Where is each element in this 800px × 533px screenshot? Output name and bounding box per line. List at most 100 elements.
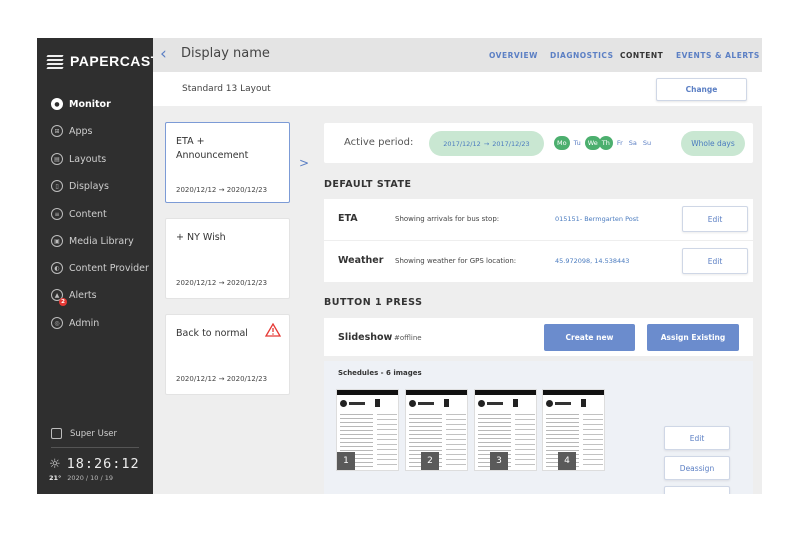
warning-icon	[265, 323, 281, 337]
sidebar-item-alerts[interactable]: ▲ 2 Alerts	[51, 288, 97, 306]
schedule-title: + NY Wish	[176, 232, 226, 243]
tab-events-alerts[interactable]: EVENTS & ALERTS	[676, 51, 760, 60]
row-name: Weather	[338, 255, 384, 266]
sidebar-item-label: Content Provider	[69, 262, 149, 274]
schedules-title: Schedules - 6 images	[338, 369, 422, 377]
default-state-row: Weather Showing weather for GPS location…	[324, 241, 753, 282]
tab-diagnostics[interactable]: DIAGNOSTICS	[550, 51, 613, 60]
sidebar-item-label: Media Library	[69, 235, 134, 247]
date: 2020 / 10 / 19	[67, 474, 114, 482]
app-window: PAPERCAST ● Monitor ⊞ Apps ▤ Layouts ▯ D…	[37, 38, 762, 494]
slide-thumbnail[interactable]: 3	[474, 389, 537, 471]
create-new-button[interactable]: Create new	[544, 324, 635, 351]
schedule-card[interactable]: Back to normal 2020/12/12 → 2020/12/23	[165, 314, 290, 395]
sidebar-item-label: Admin	[69, 317, 100, 329]
sidebar-item-content-provider[interactable]: ◐ Content Provider	[51, 261, 149, 275]
change-button[interactable]: Change	[656, 78, 747, 101]
button1-title: BUTTON 1 PRESS	[324, 297, 423, 308]
row-name: ETA	[338, 213, 358, 224]
weather-date: 21° 2020 / 10 / 19	[49, 474, 113, 482]
tab-content[interactable]: CONTENT	[620, 51, 663, 60]
slide-thumbnail[interactable]: 2	[405, 389, 468, 471]
clock-row: ☼ 18:26:12	[49, 456, 140, 472]
edit-button[interactable]: Edit	[682, 206, 748, 232]
schedule-end: 2020/12/23	[226, 375, 268, 383]
default-state-row: ETA Showing arrivals for bus stop: 01515…	[324, 199, 753, 240]
alerts-icon: ▲ 2	[51, 289, 67, 306]
logo: PAPERCAST	[46, 52, 160, 70]
sidebar-item-label: Layouts	[69, 153, 107, 165]
period-end: 2017/12/23	[492, 139, 530, 148]
schedule-end: 2020/12/23	[226, 186, 268, 194]
clock: 18:26:12	[66, 456, 140, 472]
user-menu[interactable]: Super User	[51, 428, 117, 439]
schedule-dates: 2020/12/12 → 2020/12/23	[176, 375, 267, 383]
row-description: Showing arrivals for bus stop:	[395, 215, 500, 223]
arrow-icon: →	[218, 186, 225, 194]
day-mo[interactable]: Mo	[554, 136, 570, 150]
slideshow-name: Slideshow	[338, 332, 393, 343]
sidebar-item-label: Content	[69, 208, 107, 220]
active-period-label: Active period:	[344, 137, 414, 148]
arrow-icon: →	[483, 139, 490, 148]
slide-number: 4	[558, 452, 576, 470]
schedule-card[interactable]: + NY Wish 2020/12/12 → 2020/12/23	[165, 218, 290, 299]
edit-button[interactable]: Edit	[682, 248, 748, 274]
whole-days-pill[interactable]: Whole days	[681, 131, 745, 156]
page-title: Display name	[181, 46, 270, 61]
schedule-title: ETA + Announcement	[176, 136, 249, 161]
weekday-selector: Mo Tu We Th Fr Sa Su	[554, 136, 653, 150]
delete-button[interactable]: Delete	[664, 486, 730, 494]
papercast-logo-icon	[46, 52, 65, 70]
row-value[interactable]: 015151- Bermgarten Post	[555, 215, 639, 223]
sidebar-item-media-library[interactable]: ▣ Media Library	[51, 234, 134, 248]
slide-number: 3	[490, 452, 508, 470]
alerts-badge: 2	[59, 298, 67, 306]
sidebar-item-apps[interactable]: ⊞ Apps	[51, 124, 93, 138]
temperature: 21°	[49, 474, 62, 482]
default-state-title: DEFAULT STATE	[324, 179, 412, 190]
day-th[interactable]: Th	[598, 136, 613, 150]
assign-existing-button[interactable]: Assign Existing	[647, 324, 739, 351]
day-fr[interactable]: Fr	[615, 136, 625, 150]
schedule-dates: 2020/12/12 → 2020/12/23	[176, 279, 267, 287]
day-su[interactable]: Su	[641, 136, 653, 150]
slide-thumbnail[interactable]: 1	[336, 389, 399, 471]
arrow-icon: →	[218, 375, 225, 383]
row-value[interactable]: 45.972098, 14.538443	[555, 257, 629, 265]
slideshow-tag: #offline	[394, 334, 422, 342]
sidebar-item-label: Apps	[69, 125, 93, 137]
sidebar-item-layouts[interactable]: ▤ Layouts	[51, 152, 106, 166]
sidebar-item-admin[interactable]: ◎ Admin	[51, 316, 99, 330]
date-range-pill[interactable]: 2017/12/12 → 2017/12/23	[429, 131, 544, 156]
deassign-button[interactable]: Deassign	[664, 456, 730, 480]
sidebar-item-displays[interactable]: ▯ Displays	[51, 179, 109, 193]
schedule-title: Back to normal	[176, 328, 248, 339]
slide-thumbnail[interactable]: 4	[542, 389, 605, 471]
brand-name: PAPERCAST	[70, 53, 160, 69]
admin-icon: ◎	[51, 317, 63, 329]
apps-icon: ⊞	[51, 125, 63, 137]
schedules-panel: Schedules - 6 images 1 2 3 4 Edit Deassi…	[324, 361, 753, 494]
chevron-left-icon[interactable]: ‹	[160, 45, 167, 63]
schedule-card[interactable]: ETA + Announcement 2020/12/12 → 2020/12/…	[165, 122, 290, 203]
chevron-right-icon: >	[299, 156, 310, 170]
edit-schedule-button[interactable]: Edit	[664, 426, 730, 450]
header: ‹ Display name OVERVIEW DIAGNOSTICS CONT…	[153, 38, 762, 72]
layout-bar: Standard 13 Layout Change	[153, 72, 762, 106]
displays-icon: ▯	[51, 180, 63, 192]
sidebar-item-label: Alerts	[69, 289, 97, 301]
user-icon	[51, 428, 62, 439]
media-library-icon: ▣	[51, 235, 63, 247]
day-sa[interactable]: Sa	[627, 136, 639, 150]
active-period-bar: Active period: 2017/12/12 → 2017/12/23 M…	[324, 123, 753, 163]
sidebar-item-content[interactable]: ≡ Content	[51, 207, 107, 221]
schedule-end: 2020/12/23	[226, 279, 268, 287]
slide-number: 1	[337, 452, 355, 470]
sidebar-item-monitor[interactable]: ● Monitor	[51, 97, 111, 111]
day-tu[interactable]: Tu	[572, 136, 583, 150]
user-name: Super User	[70, 428, 117, 439]
schedule-start: 2020/12/12	[176, 186, 217, 194]
tab-overview[interactable]: OVERVIEW	[489, 51, 538, 60]
arrow-icon: →	[218, 279, 225, 287]
